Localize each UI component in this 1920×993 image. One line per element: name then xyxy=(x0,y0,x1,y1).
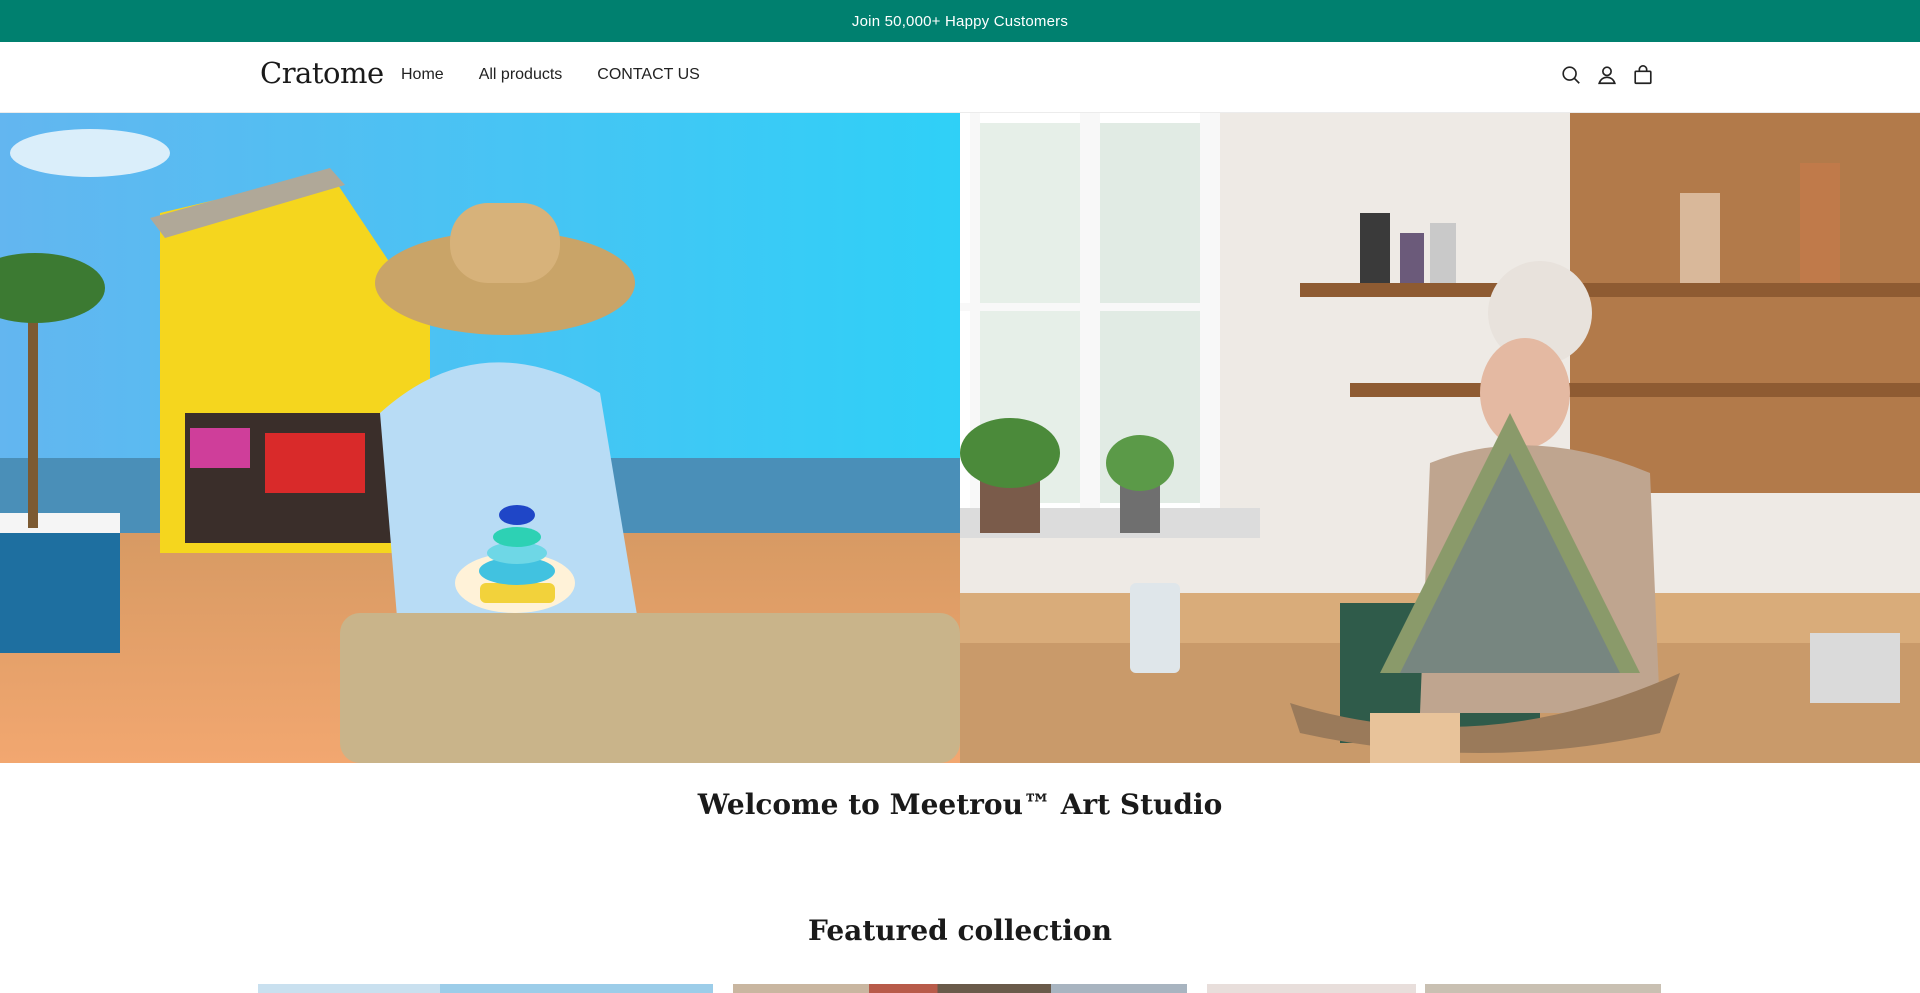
nav-home[interactable]: Home xyxy=(401,66,444,84)
featured-collection-heading: Featured collection xyxy=(808,914,1112,947)
product-card-1[interactable] xyxy=(258,984,713,993)
header-icons xyxy=(1560,64,1654,86)
site-logo[interactable]: Cratome xyxy=(260,56,384,90)
nav-all-products[interactable]: All products xyxy=(479,66,563,84)
hero-banner xyxy=(0,113,1920,763)
main-nav: Home All products CONTACT US xyxy=(401,66,700,84)
announcement-bar: Join 50,000+ Happy Customers xyxy=(0,0,1920,42)
product-card-3[interactable] xyxy=(1207,984,1661,993)
hero-image-workshop xyxy=(960,113,1920,763)
featured-collection-cards xyxy=(0,984,1920,993)
search-icon[interactable] xyxy=(1560,64,1582,86)
announcement-text: Join 50,000+ Happy Customers xyxy=(851,12,1069,30)
cart-icon[interactable] xyxy=(1632,64,1654,86)
welcome-heading: Welcome to Meetrou™ Art Studio xyxy=(697,788,1223,821)
account-icon[interactable] xyxy=(1596,64,1618,86)
hero-image-beach xyxy=(0,113,960,763)
product-card-2[interactable] xyxy=(733,984,1187,993)
nav-contact-us[interactable]: CONTACT US xyxy=(597,66,700,84)
site-header: Cratome Home All products CONTACT US xyxy=(0,42,1920,113)
